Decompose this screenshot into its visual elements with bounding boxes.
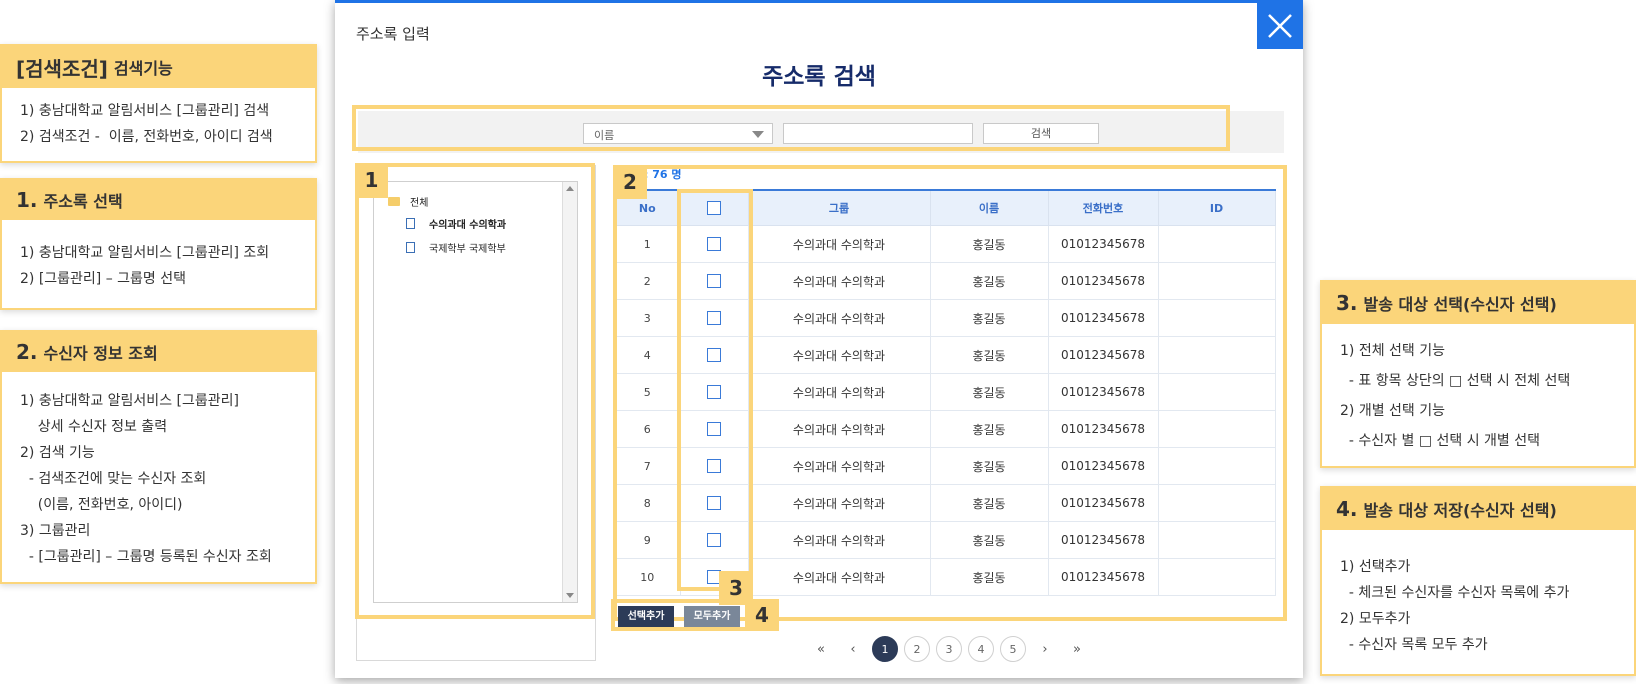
note-body: 1) 충남대학교 알림서비스 [그룹관리] 검색 2) 검색조건 - 이름, 전화…: [20, 103, 273, 145]
note-title: 발송 대상 선택(수신자 선택): [1363, 295, 1557, 314]
note-body: 1) 전체 선택 기능 - 표 항목 상단의 □ 선택 시 전체 선택 2) 개별…: [1340, 343, 1571, 449]
page-3[interactable]: 3: [936, 636, 962, 662]
note-title: 주소록 선택: [43, 192, 123, 211]
close-button[interactable]: [1257, 3, 1303, 49]
address-book-modal: 주소록 입력 주소록 검색 이름 검색 전체 수의과대 수의학과 국제학부 국제…: [335, 0, 1303, 678]
note-title: 검색기능: [113, 59, 173, 78]
next-page-button[interactable]: ›: [1032, 636, 1058, 662]
note-body: 1) 충남대학교 알림서비스 [그룹관리] 상세 수신자 정보 출력 2) 검색 …: [20, 393, 272, 565]
note-number: 1.: [16, 188, 38, 212]
page-5[interactable]: 5: [1000, 636, 1026, 662]
highlight-tree: [355, 163, 595, 619]
last-page-button[interactable]: »: [1064, 636, 1090, 662]
add-all-button[interactable]: 모두추가: [684, 606, 740, 627]
first-page-button[interactable]: «: [808, 636, 834, 662]
prev-page-button[interactable]: ‹: [840, 636, 866, 662]
note-body: 1) 선택추가 - 체크된 수신자를 수신자 목록에 추가 2) 모두추가 - 수…: [1340, 559, 1570, 653]
note-recipient-lookup: 2. 수신자 정보 조회 1) 충남대학교 알림서비스 [그룹관리] 상세 수신…: [0, 330, 317, 584]
marker-1: 1: [355, 163, 388, 198]
highlight-search: [352, 105, 1230, 151]
note-address-book-select: 1. 주소록 선택 1) 충남대학교 알림서비스 [그룹관리] 조회 2) [그룹…: [0, 178, 317, 310]
close-icon: [1268, 14, 1292, 38]
marker-2: 2: [613, 165, 647, 199]
page-title: 주소록 검색: [762, 64, 876, 90]
note-title: 발송 대상 저장(수신자 선택): [1363, 501, 1557, 520]
note-number: [검색조건]: [16, 56, 108, 81]
highlight-checkbox-column: [677, 189, 753, 591]
note-number: 4.: [1336, 497, 1358, 521]
note-number: 2.: [16, 340, 38, 364]
note-search-conditions: [검색조건] 검색기능 1) 충남대학교 알림서비스 [그룹관리] 검색 2) 검…: [0, 44, 317, 163]
page-1[interactable]: 1: [872, 636, 898, 662]
note-target-save: 4. 발송 대상 저장(수신자 선택) 1) 선택추가 - 체크된 수신자를 수…: [1320, 486, 1636, 676]
note-title: 수신자 정보 조회: [43, 344, 158, 363]
add-selected-button[interactable]: 선택추가: [618, 606, 674, 627]
pagination: « ‹ 1 2 3 4 5 › »: [805, 636, 1093, 662]
note-target-select: 3. 발송 대상 선택(수신자 선택) 1) 전체 선택 기능 - 표 항목 상…: [1320, 280, 1636, 468]
page-4[interactable]: 4: [968, 636, 994, 662]
modal-title: 주소록 입력: [356, 25, 430, 43]
page-2[interactable]: 2: [904, 636, 930, 662]
note-body: 1) 충남대학교 알림서비스 [그룹관리] 조회 2) [그룹관리] – 그룹명 …: [20, 245, 270, 287]
marker-4: 4: [745, 599, 779, 631]
note-number: 3.: [1336, 291, 1358, 315]
